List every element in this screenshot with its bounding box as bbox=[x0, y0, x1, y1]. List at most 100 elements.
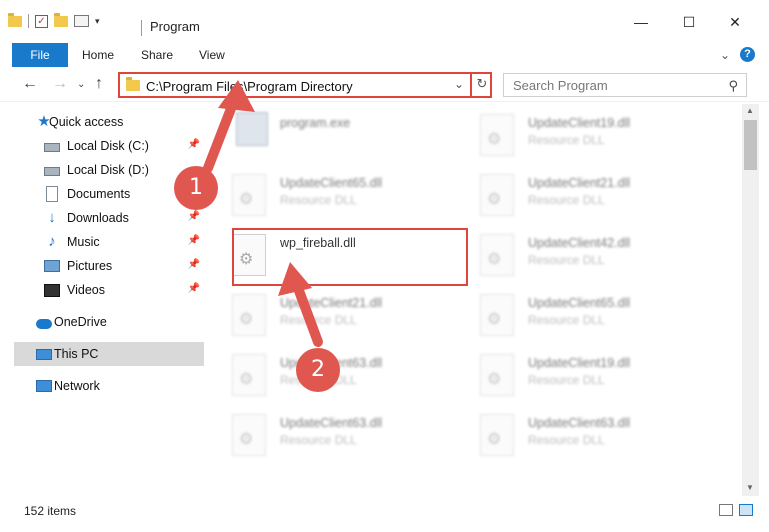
scroll-up-icon[interactable]: ▲ bbox=[746, 106, 754, 115]
scroll-down-icon[interactable]: ▼ bbox=[746, 483, 754, 492]
sidebar-item-label: Network bbox=[54, 379, 100, 393]
file-item[interactable]: UpdateClient19.dll Resource DLL bbox=[458, 108, 688, 164]
search-box[interactable]: Search Program ⚲ bbox=[503, 73, 747, 97]
forward-arrow-icon[interactable]: → bbox=[52, 75, 68, 93]
sidebar-item-label: Documents bbox=[67, 187, 131, 201]
vertical-scrollbar[interactable]: ▲ ▼ bbox=[742, 104, 759, 496]
download-icon: ↓ bbox=[48, 209, 56, 226]
close-icon[interactable]: ✕ bbox=[712, 14, 758, 31]
folder-icon bbox=[8, 12, 22, 27]
search-input[interactable]: Search Program bbox=[513, 78, 608, 93]
file-tab[interactable]: File bbox=[12, 43, 68, 67]
folder-icon bbox=[126, 77, 140, 91]
search-icon: ⚲ bbox=[728, 78, 738, 93]
ribbon-controls: ⌄ ? bbox=[720, 47, 755, 62]
dll-file-icon bbox=[480, 294, 514, 336]
tab-view[interactable]: View bbox=[199, 48, 225, 62]
sidebar-item-label: Local Disk (D:) bbox=[67, 163, 149, 177]
address-path[interactable]: C:\Program Files\Program Directory bbox=[146, 79, 353, 94]
file-type: Resource DLL bbox=[528, 133, 605, 147]
sidebar-item-this-pc[interactable]: This PC bbox=[14, 342, 204, 366]
sidebar-item-quick-access[interactable]: ★ Quick access bbox=[14, 110, 204, 134]
navigation-pane: ★ Quick access Local Disk (C:) 📌 Local D… bbox=[14, 104, 206, 494]
file-type: Resource DLL bbox=[528, 313, 605, 327]
file-item[interactable]: UpdateClient21.dll Resource DLL bbox=[210, 288, 440, 344]
window-title: Program bbox=[150, 19, 200, 34]
tiles-view-icon[interactable] bbox=[739, 504, 753, 516]
address-dropdown-icon[interactable]: ⌄ bbox=[454, 77, 464, 91]
file-name: UpdateClient63.dll bbox=[280, 416, 383, 430]
view-toggle bbox=[719, 504, 753, 516]
sidebar-item-label: This PC bbox=[54, 347, 99, 361]
pin-icon[interactable]: 📌 bbox=[188, 259, 200, 270]
dll-file-icon bbox=[232, 354, 266, 396]
pin-icon[interactable]: 📌 bbox=[188, 139, 200, 150]
file-item[interactable]: UpdateClient65.dll Resource DLL bbox=[458, 288, 688, 344]
customize-toolbar-icon[interactable]: ▾ bbox=[95, 16, 100, 27]
details-view-icon[interactable] bbox=[719, 504, 733, 516]
pin-icon[interactable]: 📌 bbox=[188, 235, 200, 246]
file-name: UpdateClient21.dll bbox=[528, 176, 631, 190]
application-icon bbox=[236, 112, 268, 146]
new-folder-icon[interactable] bbox=[54, 12, 68, 27]
pin-icon[interactable]: 📌 bbox=[188, 211, 200, 222]
cloud-icon bbox=[36, 318, 52, 329]
up-arrow-icon[interactable]: ↑ bbox=[95, 75, 103, 93]
tab-share[interactable]: Share bbox=[141, 48, 173, 62]
recent-locations-icon[interactable]: ⌄ bbox=[77, 79, 85, 90]
title-separator bbox=[141, 20, 142, 36]
file-type: Resource DLL bbox=[528, 193, 605, 207]
dll-file-icon bbox=[232, 294, 266, 336]
network-icon bbox=[36, 380, 52, 392]
file-item[interactable]: UpdateClient63.dll Resource DLL bbox=[210, 408, 440, 464]
computer-icon bbox=[36, 348, 52, 360]
sidebar-item-onedrive[interactable]: OneDrive bbox=[14, 310, 204, 334]
highlight-box bbox=[232, 228, 468, 286]
properties-check-icon[interactable]: ✓ bbox=[35, 14, 48, 28]
file-type: Resource DLL bbox=[528, 253, 605, 267]
file-type: Resource DLL bbox=[528, 433, 605, 447]
file-type: Resource DLL bbox=[280, 313, 357, 327]
sidebar-item-downloads[interactable]: ↓ Downloads 📌 bbox=[14, 206, 204, 230]
file-name: UpdateClient19.dll bbox=[528, 356, 631, 370]
file-item[interactable]: UpdateClient19.dll Resource DLL bbox=[458, 348, 688, 404]
help-icon[interactable]: ? bbox=[740, 47, 755, 62]
dll-file-icon bbox=[480, 234, 514, 276]
maximize-icon[interactable]: ☐ bbox=[666, 14, 712, 31]
sidebar-item-local-disk-c[interactable]: Local Disk (C:) 📌 bbox=[14, 134, 204, 158]
back-arrow-icon[interactable]: ← bbox=[22, 75, 38, 93]
file-name: UpdateClient65.dll bbox=[528, 296, 631, 310]
sidebar-item-network[interactable]: Network bbox=[14, 374, 204, 398]
sidebar-item-music[interactable]: ♪ Music 📌 bbox=[14, 230, 204, 254]
tab-home[interactable]: Home bbox=[82, 48, 114, 62]
scroll-thumb[interactable] bbox=[744, 120, 757, 170]
file-item[interactable]: UpdateClient42.dll Resource DLL bbox=[458, 228, 688, 284]
sidebar-item-label: Pictures bbox=[67, 259, 113, 273]
sidebar-item-label: Videos bbox=[67, 283, 105, 297]
file-item[interactable]: UpdateClient65.dll Resource DLL bbox=[210, 168, 440, 224]
file-type: Resource DLL bbox=[528, 373, 605, 387]
address-bar[interactable]: C:\Program Files\Program Directory ⌄ ↻ bbox=[118, 72, 492, 98]
file-name: program.exe bbox=[280, 116, 351, 130]
file-list: program.exe UpdateClient65.dll Resource … bbox=[210, 104, 742, 496]
pin-icon[interactable]: 📌 bbox=[188, 283, 200, 294]
properties-icon[interactable] bbox=[74, 15, 89, 27]
file-name: UpdateClient65.dll bbox=[280, 176, 383, 190]
sidebar-item-label: Local Disk (C:) bbox=[67, 139, 149, 153]
sidebar-item-videos[interactable]: Videos 📌 bbox=[14, 278, 204, 302]
pictures-icon bbox=[44, 260, 60, 272]
file-item[interactable]: UpdateClient63.dll Resource DLL bbox=[458, 408, 688, 464]
star-icon: ★ bbox=[37, 113, 51, 130]
item-count: 152 items bbox=[24, 504, 77, 518]
dll-file-icon bbox=[480, 114, 514, 156]
minimize-icon[interactable]: — bbox=[618, 14, 664, 30]
file-name: UpdateClient21.dll bbox=[280, 296, 383, 310]
sidebar-item-pictures[interactable]: Pictures 📌 bbox=[14, 254, 204, 278]
sidebar-item-label: Music bbox=[67, 235, 100, 249]
file-item-program-exe[interactable]: program.exe bbox=[210, 108, 440, 164]
expand-ribbon-icon[interactable]: ⌄ bbox=[720, 48, 730, 62]
dll-file-icon bbox=[480, 414, 514, 456]
dll-file-icon bbox=[232, 414, 266, 456]
file-item[interactable]: UpdateClient21.dll Resource DLL bbox=[458, 168, 688, 224]
refresh-icon[interactable]: ↻ bbox=[470, 72, 492, 98]
